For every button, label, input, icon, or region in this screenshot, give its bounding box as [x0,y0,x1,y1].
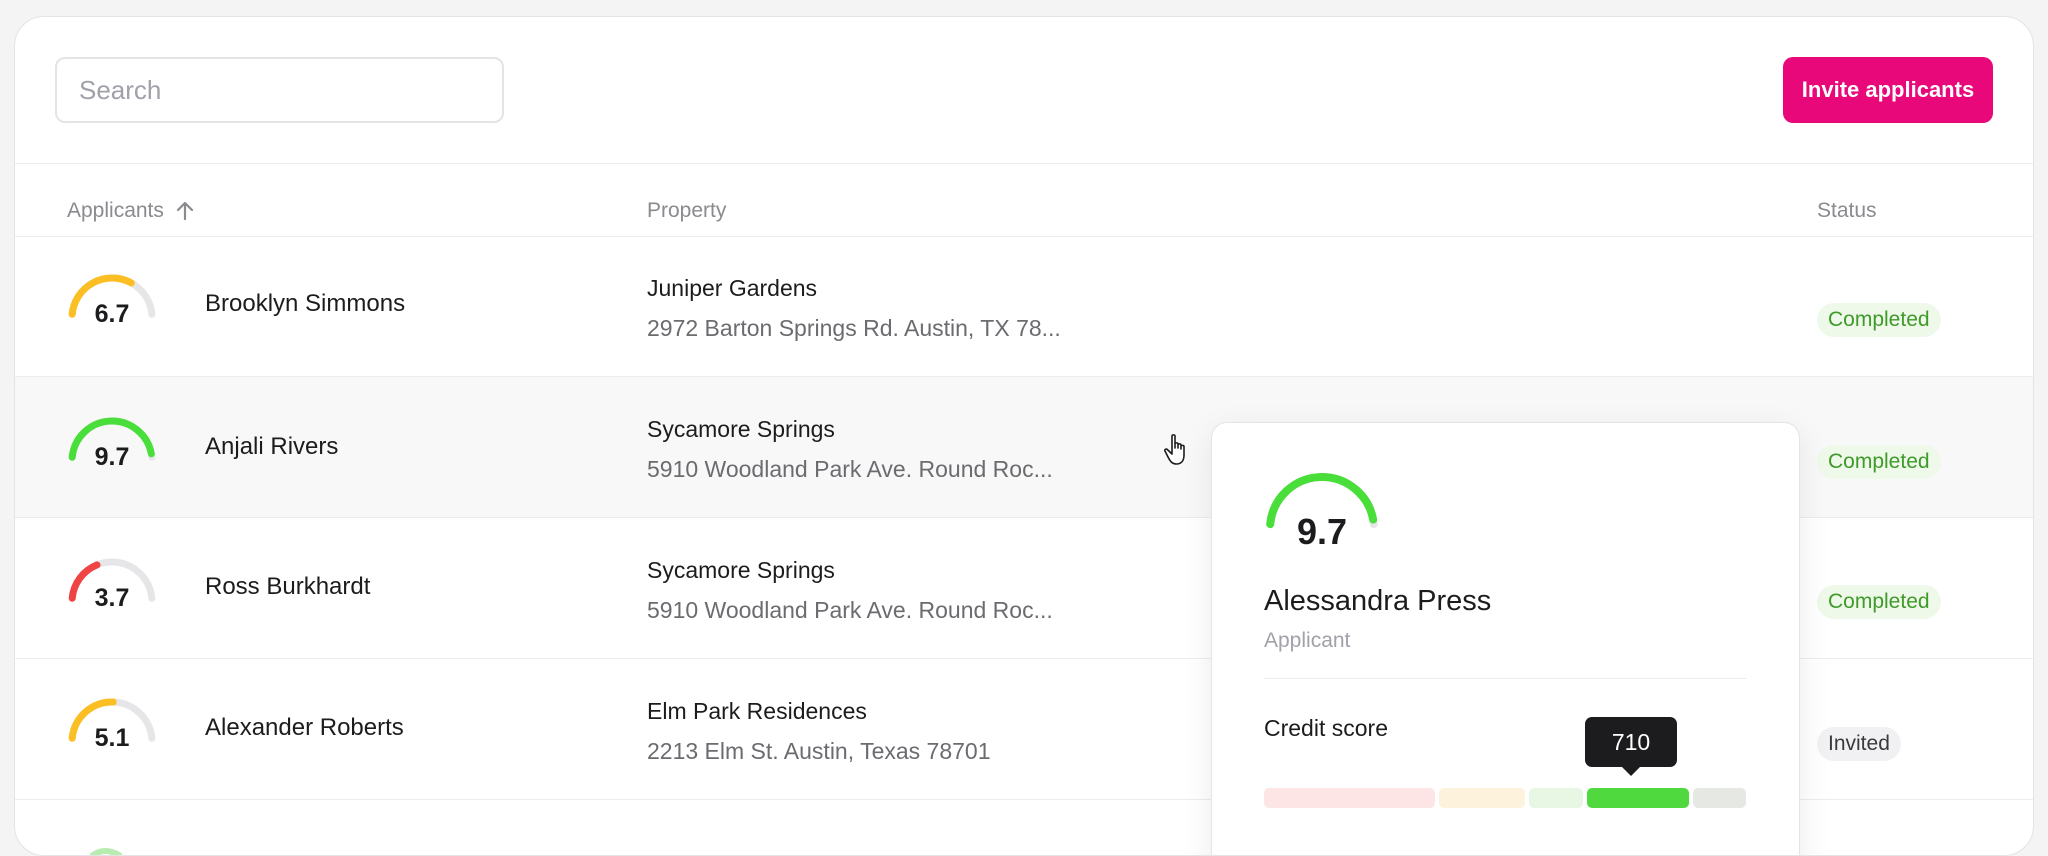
popover-divider [1264,678,1746,679]
score-value: 9.7 [94,443,130,471]
property-address: 5910 Woodland Park Ave. Round Roc... [647,597,1053,623]
score-value: 5.1 [94,724,130,752]
status-badge: Completed [1817,445,1941,479]
property-address: 5910 Woodland Park Ave. Round Roc... [647,456,1053,482]
credit-segment-excellent [1693,788,1746,808]
property-name: Sycamore Springs [647,557,835,583]
applicant-name[interactable]: Anjali Rivers [205,433,338,461]
applicants-panel: Invite applicants Applicants Property St… [14,16,2034,856]
credit-segment-poor [1264,788,1435,808]
arrow-up-icon[interactable] [174,200,196,222]
score-gauge: 9.7 [1262,471,1392,552]
property-address: 2213 Elm St. Austin, Texas 78701 [647,738,991,764]
score-gauge: 6.7 [65,270,175,340]
score-gauge: 9.7 [65,413,175,483]
score-value: 3.7 [94,584,130,612]
credit-segment-good [1529,788,1583,808]
applicant-name[interactable]: Brooklyn Simmons [205,290,405,318]
table-row[interactable]: 6.7 Brooklyn Simmons Juniper Gardens 297… [15,236,2033,376]
column-header-status: Status [1817,199,1877,223]
column-header-status-label: Status [1817,199,1877,222]
column-header-property-label: Property [647,199,727,222]
applicant-name[interactable]: Ross Burkhardt [205,573,370,601]
credit-segment-very-good-active [1587,788,1689,808]
toolbar-divider [15,163,2033,164]
score-gauge: 3.7 [65,554,175,624]
toolbar: Invite applicants [15,17,2033,163]
property-name: Juniper Gardens [647,275,818,301]
gauge-arc-icon [90,848,122,855]
status-badge: Completed [1817,585,1941,619]
credit-segment-fair [1439,788,1525,808]
hand-pointer-icon [1164,434,1185,465]
property-name: Elm Park Residences [647,698,867,724]
property-address: 2972 Barton Springs Rd. Austin, TX 78... [647,315,1061,341]
popover-applicant-role: Applicant [1264,629,1351,652]
score-gauge: 5.1 [65,694,175,764]
search-input[interactable] [55,57,504,123]
column-header-applicants-label: Applicants [67,199,164,222]
status-badge: Completed [1817,303,1941,337]
popover-applicant-name: Alessandra Press [1264,585,1492,617]
credit-score-label: Credit score [1264,715,1388,741]
column-header-property: Property [647,199,726,223]
applicant-detail-popover: 9.7 Alessandra Press Applicant Credit sc… [1211,422,1800,855]
credit-score-bar [1264,788,1746,808]
credit-score-tooltip: 710 [1585,717,1677,776]
status-badge: Invited [1817,727,1901,761]
score-value: 9.7 [1296,511,1348,552]
property-name: Sycamore Springs [647,416,835,442]
applicant-name[interactable]: Alexander Roberts [205,714,404,742]
invite-applicants-button[interactable]: Invite applicants [1783,57,1993,123]
column-header-applicants[interactable]: Applicants [67,199,196,223]
score-value: 6.7 [94,300,130,328]
